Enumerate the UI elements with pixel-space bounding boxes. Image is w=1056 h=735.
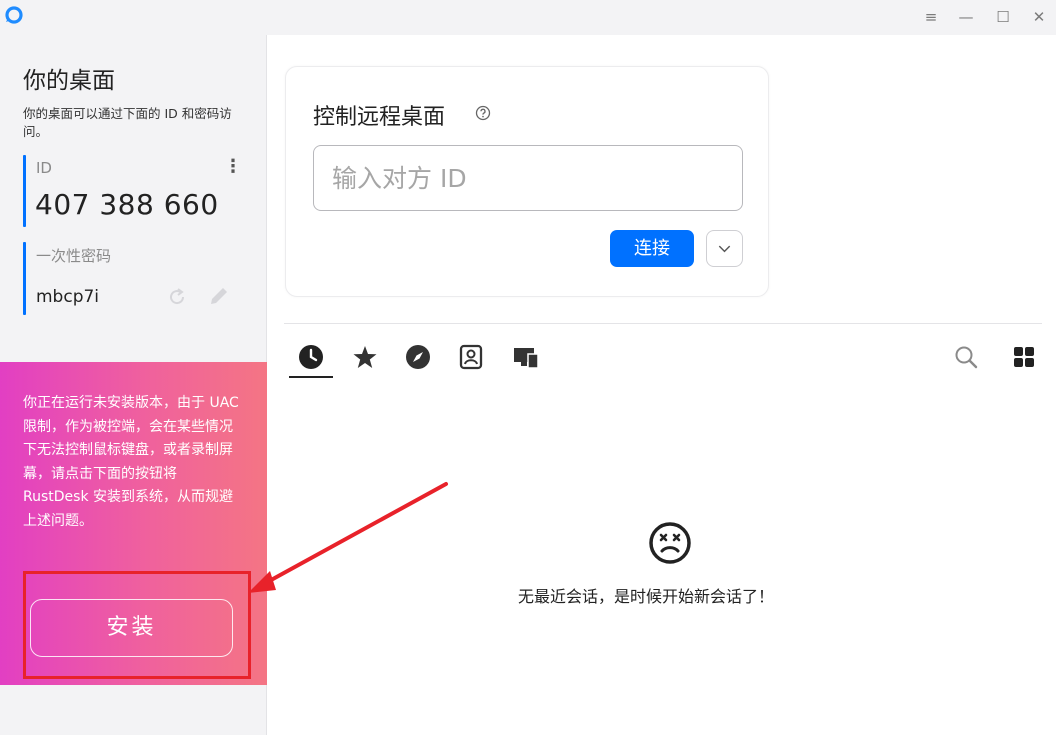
empty-state-message: 无最近会话，是时候开始新会话了！: [518, 587, 775, 606]
id-accent-bar: [23, 155, 26, 227]
annotation-highlight-box: [23, 571, 251, 679]
favorites-icon[interactable]: [351, 343, 379, 371]
id-value[interactable]: 407 388 660: [35, 188, 219, 221]
maximize-icon[interactable]: ☐: [992, 6, 1014, 28]
refresh-password-icon[interactable]: [165, 285, 189, 309]
password-value[interactable]: mbcp7i: [36, 287, 99, 307]
rustdesk-logo-icon: [5, 6, 23, 24]
install-message: 你正在运行未安装版本，由于 UAC 限制，作为被控端，会在某些情况下无法控制鼠标…: [23, 395, 239, 529]
help-icon[interactable]: [475, 105, 491, 121]
search-icon[interactable]: [952, 343, 980, 371]
title-bar: ≡ — ☐ ✕: [0, 0, 1056, 35]
password-label: 一次性密码: [36, 247, 112, 265]
minimize-icon[interactable]: —: [955, 6, 977, 28]
sad-face-icon: [649, 522, 691, 564]
password-accent-bar: [23, 242, 26, 315]
remote-id-input[interactable]: [313, 145, 743, 211]
edit-password-icon[interactable]: [207, 284, 231, 308]
menu-icon[interactable]: ≡: [920, 6, 942, 28]
your-desktop-title: 你的桌面: [23, 68, 115, 94]
group-icon[interactable]: [512, 343, 540, 371]
id-more-icon[interactable]: ⋮: [224, 155, 242, 179]
connect-button[interactable]: 连接: [610, 230, 694, 267]
connect-card: 控制远程桌面 连接: [285, 66, 769, 297]
discovered-icon[interactable]: [404, 343, 432, 371]
connect-title: 控制远程桌面: [313, 105, 446, 130]
section-divider: [284, 323, 1042, 324]
close-icon[interactable]: ✕: [1028, 6, 1050, 28]
your-desktop-description: 你的桌面可以通过下面的 ID 和密码访问。: [23, 106, 232, 139]
address-book-icon[interactable]: [457, 343, 485, 371]
chevron-down-icon[interactable]: [706, 230, 743, 267]
active-tab-indicator: [289, 376, 333, 378]
recent-sessions-icon[interactable]: [297, 343, 325, 371]
id-label: ID: [36, 159, 52, 177]
grid-view-icon[interactable]: [1010, 343, 1038, 371]
